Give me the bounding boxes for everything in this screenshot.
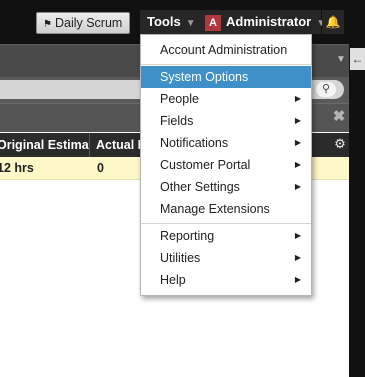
side-panel (349, 44, 365, 377)
cell-original-estimate: 12 hrs (0, 161, 34, 175)
avatar: A (205, 14, 221, 31)
notifications-button[interactable]: 🔔 (322, 10, 344, 34)
collapse-arrow-icon[interactable]: ← (350, 48, 365, 70)
user-name-label: Administrator (226, 14, 312, 29)
menu-item-reporting[interactable]: Reporting ▶ (141, 225, 311, 247)
menu-item-utilities[interactable]: Utilities ▶ (141, 247, 311, 269)
flag-icon: ⚑ (43, 19, 52, 30)
gear-icon[interactable]: ⚙ (333, 137, 347, 151)
chevron-right-icon: ▶ (294, 116, 301, 125)
filter-icon[interactable]: ▼ (333, 52, 349, 68)
menu-item-help[interactable]: Help ▶ (141, 269, 311, 291)
chevron-right-icon: ▶ (294, 138, 301, 147)
menu-item-customer-portal[interactable]: Customer Portal ▶ (141, 154, 311, 176)
tools-dropdown-menu: Account Administration System Options Pe… (140, 34, 312, 296)
menu-item-fields[interactable]: Fields ▶ (141, 110, 311, 132)
column-header-actual[interactable]: Actual I (96, 133, 140, 157)
chevron-right-icon: ▶ (294, 275, 301, 284)
close-icon[interactable]: ✖ (331, 108, 347, 126)
search-icon[interactable]: ⚲ (316, 82, 336, 97)
user-menu-button[interactable]: AAdministrator▼ (200, 10, 326, 34)
chevron-right-icon: ▶ (294, 94, 301, 103)
menu-item-other-settings[interactable]: Other Settings ▶ (141, 176, 311, 198)
menu-item-people[interactable]: People ▶ (141, 88, 311, 110)
daily-scrum-label: Daily Scrum (54, 16, 123, 30)
menu-divider (141, 64, 311, 65)
chevron-right-icon: ▶ (294, 160, 301, 169)
cell-actual: 0 (97, 161, 104, 175)
menu-item-system-options[interactable]: System Options (141, 66, 311, 88)
bell-icon: 🔔 (325, 15, 341, 29)
menu-item-manage-extensions[interactable]: Manage Extensions (141, 198, 311, 220)
menu-divider (141, 223, 311, 224)
menu-item-notifications[interactable]: Notifications ▶ (141, 132, 311, 154)
chevron-right-icon: ▶ (294, 253, 301, 262)
chevron-right-icon: ▶ (294, 231, 301, 240)
chevron-down-icon: ▼ (185, 18, 196, 29)
menu-item-account-administration[interactable]: Account Administration (141, 39, 311, 61)
daily-scrum-button[interactable]: ⚑ Daily Scrum (36, 12, 130, 34)
tools-label: Tools (147, 14, 181, 29)
column-header-original-estimate[interactable]: Original Estimate (0, 133, 90, 157)
chevron-right-icon: ▶ (294, 182, 301, 191)
tools-menu-button[interactable]: Tools ▼ (140, 10, 200, 34)
